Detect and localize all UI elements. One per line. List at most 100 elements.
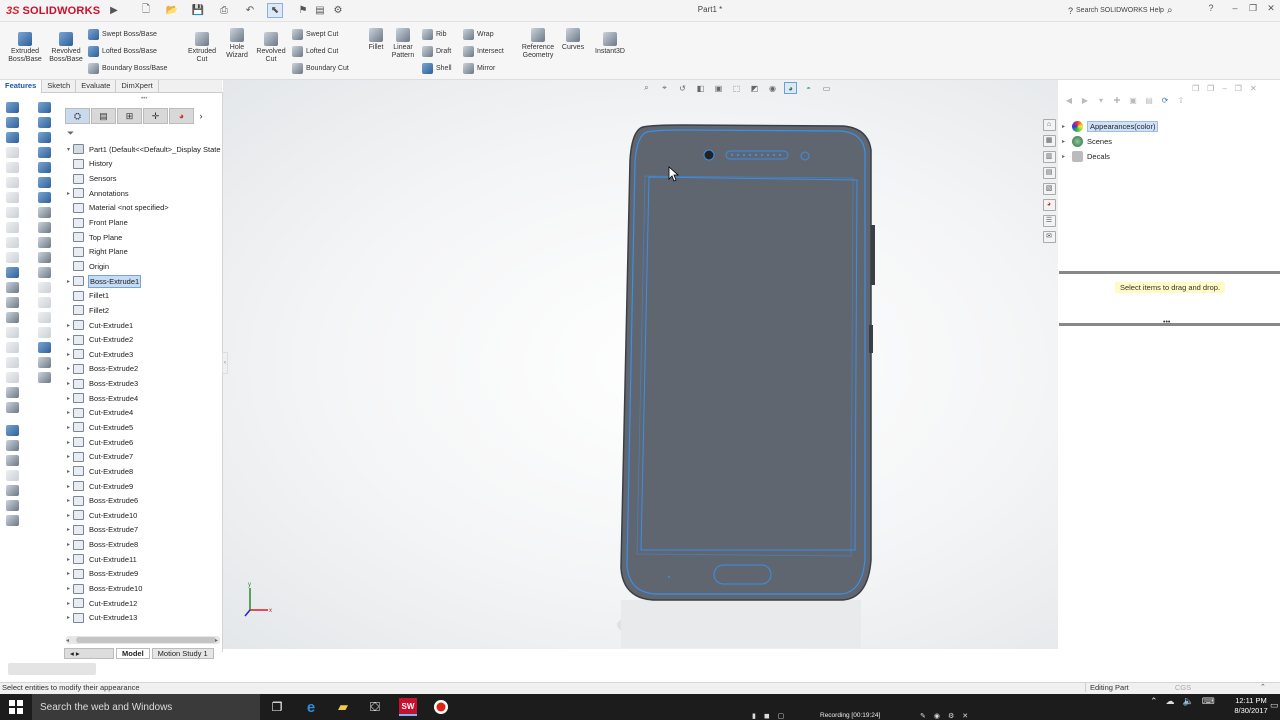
tree-item[interactable]: ▸ Cut-Extrude6 [64,435,222,450]
recorder-window-icon[interactable]: ▢ [778,712,785,720]
wrap-button[interactable]: Wrap [463,27,494,41]
expand-icon[interactable]: ▸ [64,614,73,621]
select-icon[interactable]: ⬉ [267,3,283,18]
collapse-icon[interactable]: ▾ [64,146,73,153]
reference-shortcut-icon[interactable] [5,455,19,466]
recorder-taskbar-icon[interactable] [432,698,450,716]
collapse-panel-handle[interactable]: ‹ [222,352,228,374]
draft-button[interactable]: Draft [422,44,451,58]
3d-sketch-icon[interactable] [5,425,19,436]
pane-divider[interactable] [1059,271,1280,274]
sketch-trim-icon[interactable] [37,207,51,218]
expand-icon[interactable]: ▸ [64,497,73,504]
hide-show-icon[interactable]: ◉ [766,82,779,94]
menu-arrow-icon[interactable]: ▶ [106,3,122,18]
tree-item[interactable]: ▸ Cut-Extrude2 [64,332,222,347]
home-icon[interactable]: ⌂ [1042,119,1056,131]
curves-button[interactable]: Curves [560,28,586,52]
recorder-pen-icon[interactable]: ✎ [920,712,926,720]
expand-icon[interactable]: ▸ [64,336,73,343]
sketch-spline-icon[interactable] [37,147,51,158]
expand-icon[interactable]: ▸ [64,424,73,431]
action-center-icon[interactable]: ▭ [1270,700,1280,718]
help-icon[interactable]: ? [1202,3,1220,18]
tree-item[interactable]: ▸ Cut-Extrude11 [64,552,222,567]
sweep-shortcut-icon[interactable] [5,132,19,143]
property-manager-tab-icon[interactable]: ▤ [91,108,116,124]
tree-item[interactable]: ▸ Boss-Extrude8 [64,537,222,552]
lofted-boss-button[interactable]: Lofted Boss/Base [88,44,157,58]
tab-evaluate[interactable]: Evaluate [76,80,117,93]
zoom-area-icon[interactable]: ⌖ [658,82,671,94]
store-icon[interactable]: ⛋ [366,698,384,716]
view-settings-icon[interactable]: ▭ [820,82,833,94]
expand-icon[interactable]: ▸ [64,483,73,490]
fillet-button[interactable]: Fillet [364,28,388,52]
sketch-pattern-icon[interactable] [37,252,51,263]
expand-icon[interactable]: ▸ [64,278,73,285]
file-properties-icon[interactable]: ▤ [312,3,328,18]
pattern-shortcut-icon[interactable] [5,500,19,511]
volume-icon[interactable]: 🔈 [1183,696,1194,707]
linear-pattern-button[interactable]: Linear Pattern [388,28,418,60]
tab-sketch[interactable]: Sketch [42,80,77,93]
tab-features[interactable]: Features [0,80,43,93]
tree-item[interactable]: ▸ Cut-Extrude5 [64,420,222,435]
expand-icon[interactable]: ▸ [64,570,73,577]
forward-icon[interactable]: ▶ [1080,96,1090,106]
refresh-icon[interactable]: ⟳ [1160,96,1170,106]
extrude-shortcut-icon[interactable] [5,102,19,113]
edge-browser-icon[interactable]: e [302,698,320,716]
taskbar-clock[interactable]: 12:11 PM 8/30/2017 [1228,696,1274,716]
pane-restore-icon-3[interactable]: ❐ [1235,84,1242,93]
smart-dimension-icon[interactable] [37,342,51,353]
tab-dimxpert[interactable]: DimXpert [116,80,159,93]
rebuild-icon[interactable]: ⚑ [295,3,311,18]
tree-item[interactable]: Fillet2 [64,303,222,318]
sketch-line-icon[interactable] [37,102,51,113]
tab-model[interactable]: Model [116,648,150,659]
tree-item[interactable]: ▸ Cut-Extrude9 [64,479,222,494]
mirror-shortcut-icon[interactable] [5,485,19,496]
help-search-input[interactable]: Search SOLIDWORKS Help [1076,7,1164,14]
apply-scene-icon[interactable]: ◓ [802,82,815,94]
status-units[interactable]: CGS [1168,683,1198,692]
tree-item[interactable]: Front Plane [64,215,222,230]
undo-icon[interactable]: ↶ [242,3,258,18]
instant3d-shortcut-icon[interactable] [5,440,19,451]
expand-icon[interactable]: ▸ [64,468,73,475]
expand-icon[interactable]: ▸ [64,380,73,387]
appearances-tab-icon[interactable]: ◕ [1042,199,1056,211]
expand-icon[interactable]: ▸ [64,556,73,563]
tree-item[interactable]: ▸ Annotations [64,186,222,201]
tree-item[interactable]: ▸ Boss-Extrude9 [64,567,222,582]
boundary-boss-button[interactable]: Boundary Boss/Base [88,61,167,75]
scroll-right-icon[interactable]: ▸ [215,637,218,644]
extruded-cut-button[interactable]: Extruded Cut [183,32,221,64]
maximize-button[interactable]: ❐ [1244,3,1262,18]
tree-item[interactable]: ▸ Boss-Extrude6 [64,493,222,508]
tree-item[interactable]: ▸ Cut-Extrude13 [64,611,222,626]
sketch-arc-icon[interactable] [37,132,51,143]
expand-icon[interactable]: ▸ [64,541,73,548]
tree-item[interactable]: ▸ Cut-Extrude12 [64,596,222,611]
swept-boss-button[interactable]: Swept Boss/Base [88,27,157,41]
revolved-boss-button[interactable]: Revolved Boss/Base [47,32,85,64]
tree-item[interactable]: Right Plane [64,244,222,259]
sketch-mirror-icon[interactable] [37,237,51,248]
tree-decals[interactable]: ▸ Decals [1062,149,1272,164]
section-view-icon[interactable]: ◧ [694,82,707,94]
display-style-icon[interactable]: ◩ [748,82,761,94]
pane-restore-icon[interactable]: ❐ [1192,84,1199,93]
mirror-button[interactable]: Mirror [463,61,495,75]
solidworks-logo[interactable]: 3S SOLIDWORKS [6,3,100,19]
tree-item[interactable]: ▸ Cut-Extrude7 [64,449,222,464]
filter-icon[interactable]: ⏷ [67,128,217,140]
recorder-close-icon[interactable]: ✕ [962,712,968,720]
print-icon[interactable]: ⎙ [216,3,232,18]
tree-item[interactable]: Origin [64,259,222,274]
expand-icon[interactable]: ▸ [64,365,73,372]
expand-icon[interactable]: ▸ [64,322,73,329]
draft-shortcut-icon[interactable] [5,297,19,308]
back-icon[interactable]: ◀ [1064,96,1074,106]
